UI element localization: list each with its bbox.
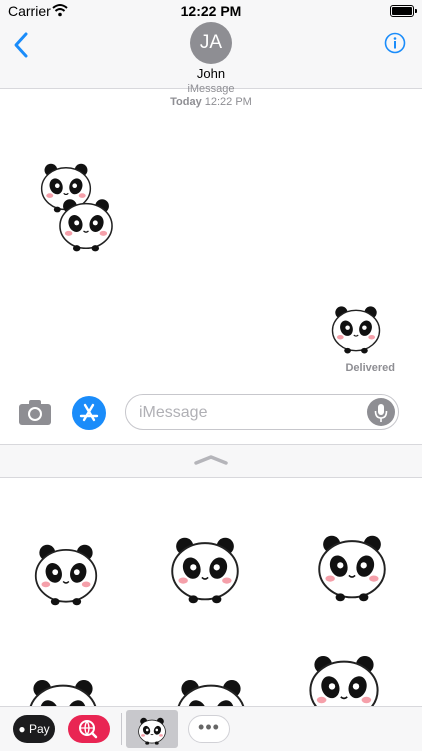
sticker-panda-shout[interactable] xyxy=(312,524,392,602)
sticker-panda-5[interactable] xyxy=(168,668,254,706)
chevron-up-icon[interactable] xyxy=(193,455,229,465)
apple-pay-label: Pay xyxy=(28,722,50,736)
timestamp-time: 12:22 PM xyxy=(204,96,252,108)
camera-icon[interactable] xyxy=(18,398,52,426)
timestamp-day: Today xyxy=(170,96,202,108)
mic-glyph-icon xyxy=(374,404,388,422)
received-sticker-panda-waving[interactable] xyxy=(52,190,120,252)
panda-sticker-app[interactable] xyxy=(126,710,178,748)
sticker-drawer xyxy=(0,478,422,706)
battery-icon xyxy=(390,5,417,17)
sticker-panda-4[interactable] xyxy=(20,668,106,706)
conversation-header: JA John xyxy=(0,22,422,89)
info-icon[interactable] xyxy=(384,32,406,54)
sent-sticker-panda[interactable] xyxy=(325,298,387,354)
message-input[interactable]: iMessage xyxy=(125,394,399,430)
status-bar: Carrier 12:22 PM xyxy=(0,0,422,22)
apple-pay-app[interactable]: ● Pay xyxy=(13,715,55,743)
app-store-icon[interactable] xyxy=(72,396,106,430)
sticker-panda-6[interactable] xyxy=(304,644,384,706)
message-input-placeholder: iMessage xyxy=(139,404,208,421)
app-drawer-header[interactable] xyxy=(0,445,422,478)
status-time: 12:22 PM xyxy=(180,3,242,19)
message-timestamp: Today 12:22 PM xyxy=(0,96,422,108)
apple-logo-icon: ● xyxy=(18,722,26,736)
app-strip: ● Pay ••• xyxy=(0,706,422,751)
avatar[interactable]: JA xyxy=(190,22,232,64)
delivered-label: Delivered xyxy=(345,362,395,374)
chevron-left-icon[interactable] xyxy=(10,30,34,60)
web-search-app[interactable] xyxy=(68,715,110,743)
sticker-panda-wink[interactable] xyxy=(28,534,104,606)
microphone-icon[interactable] xyxy=(367,398,395,426)
panda-icon xyxy=(126,710,178,748)
service-label: iMessage xyxy=(187,83,235,95)
app-strip-separator xyxy=(121,713,122,745)
more-apps-button[interactable]: ••• xyxy=(188,715,230,743)
globe-search-icon xyxy=(79,720,98,739)
app-store-glyph-icon xyxy=(79,403,99,422)
sticker-panda-pout[interactable] xyxy=(166,526,244,604)
contact-name[interactable]: John xyxy=(0,66,422,81)
